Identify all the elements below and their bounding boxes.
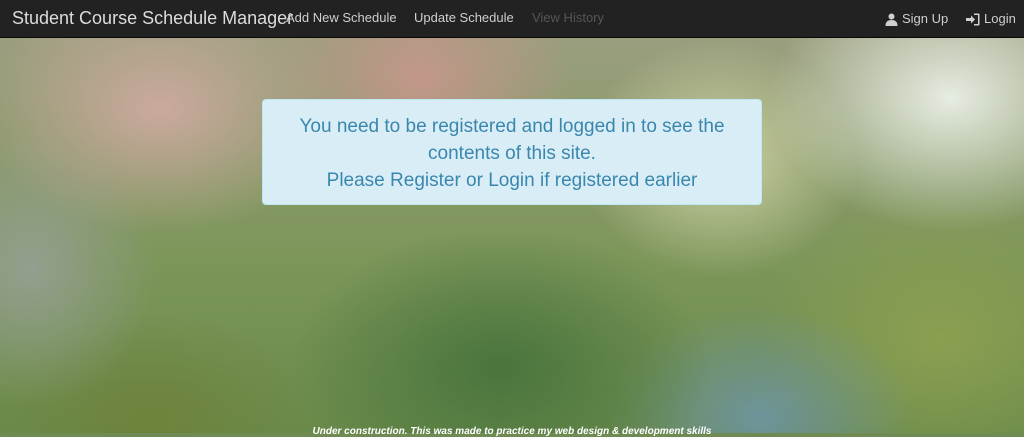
nav-update-schedule[interactable]: Update Schedule xyxy=(414,0,514,38)
log-in-icon xyxy=(966,13,980,26)
navbar: Student Course Schedule Manager Add New … xyxy=(0,0,1024,38)
background-image xyxy=(0,38,1024,433)
login-label: Login xyxy=(984,11,1016,26)
user-icon xyxy=(885,13,898,26)
alert-instruction: Please Register or Login if registered e… xyxy=(326,170,698,191)
nav-add-new-schedule[interactable]: Add New Schedule xyxy=(286,0,397,38)
login-required-alert: You need to be registered and logged in … xyxy=(262,99,762,205)
footer-note: Under construction. This was made to pra… xyxy=(312,426,712,437)
nav-view-history[interactable]: View History xyxy=(532,0,604,38)
login-link[interactable]: Login xyxy=(966,0,1016,38)
alert-message: You need to be registered and logged in … xyxy=(299,116,725,164)
brand-title[interactable]: Student Course Schedule Manager xyxy=(12,0,293,38)
signup-link[interactable]: Sign Up xyxy=(885,0,948,38)
signup-label: Sign Up xyxy=(902,11,949,26)
